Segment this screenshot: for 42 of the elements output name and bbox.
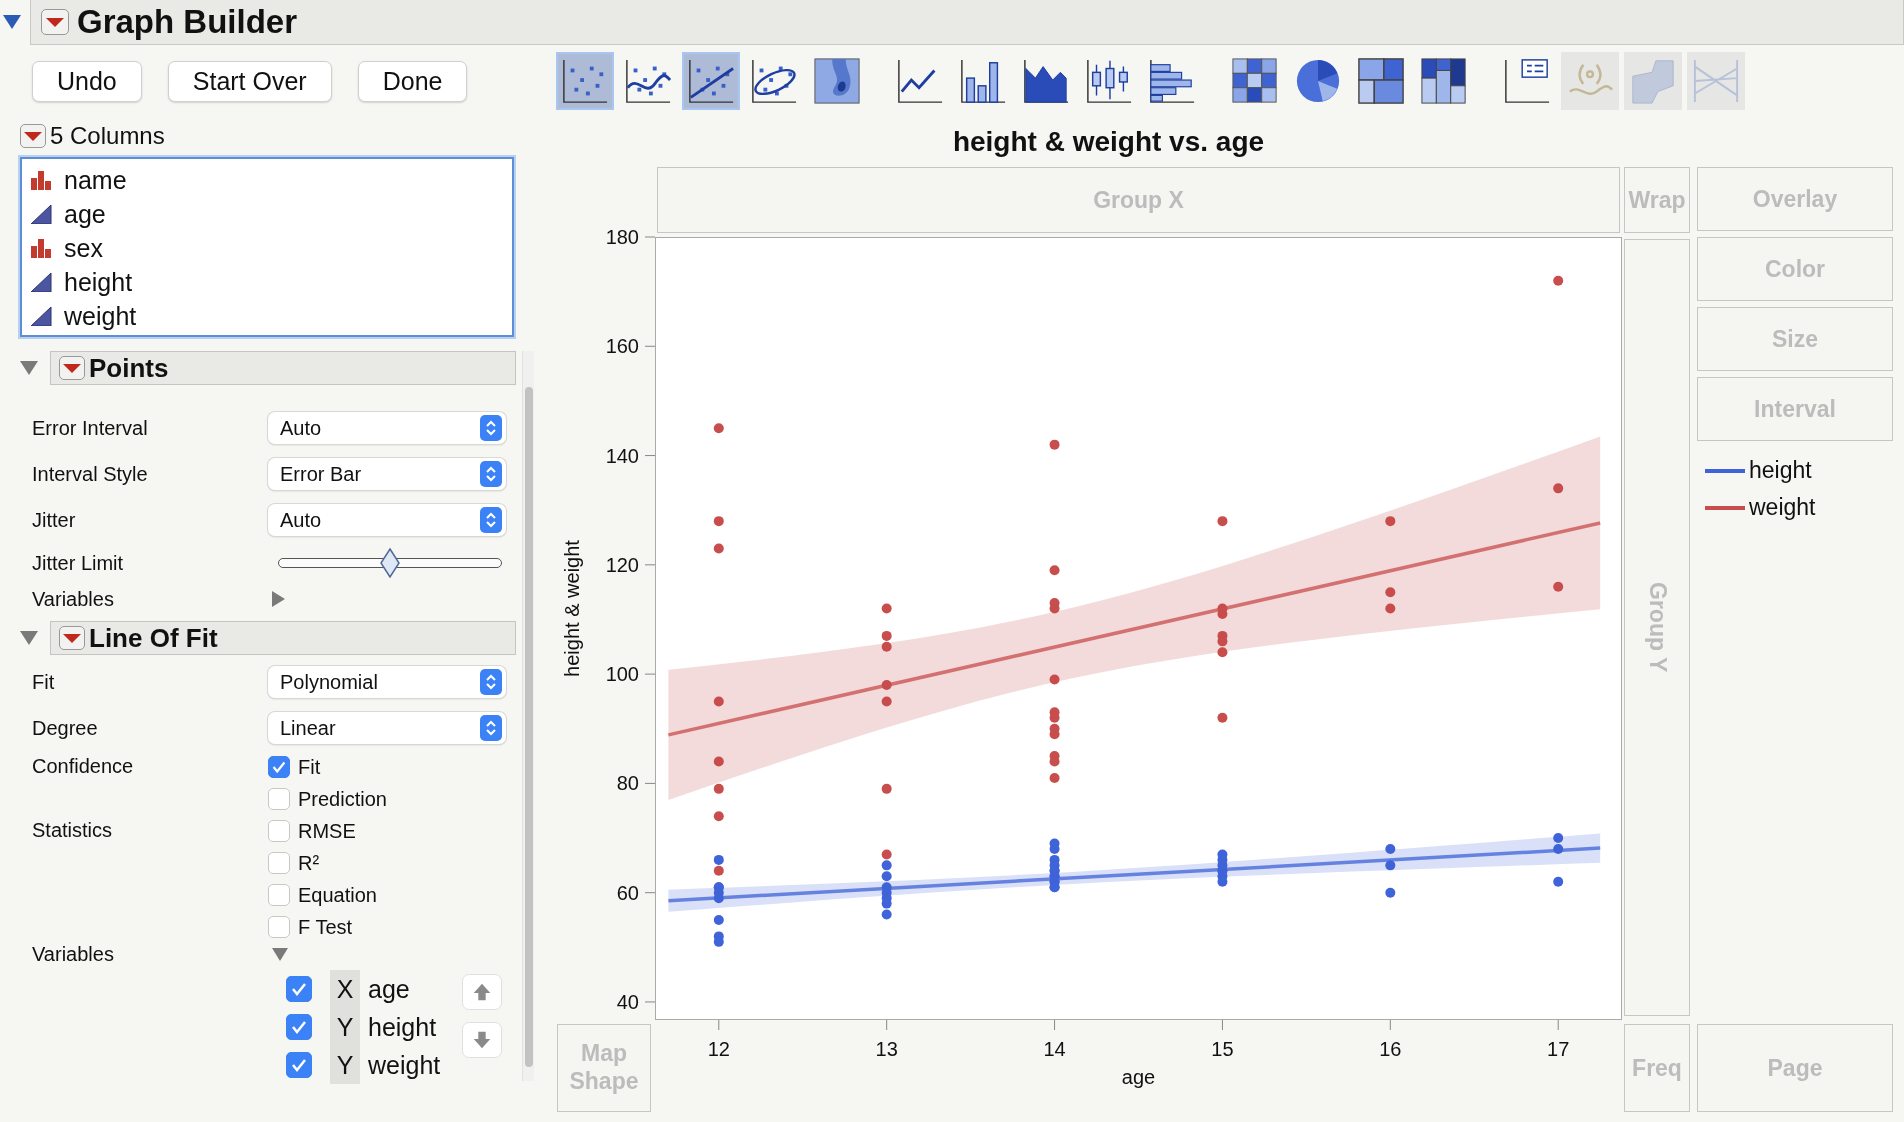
role-cell: X — [330, 970, 360, 1008]
option-label: Fit — [32, 670, 56, 694]
checkbox-label: Fit — [298, 755, 321, 779]
tick-label: 160 — [605, 335, 639, 358]
tick-label: 100 — [605, 663, 639, 686]
tick-label: 17 — [1547, 1038, 1570, 1060]
option-label: Jitter Limit — [32, 551, 125, 575]
chart-title: height & weight vs. age — [951, 126, 1266, 158]
legend-label: height — [1749, 457, 1812, 484]
option-label: Error Interval — [32, 416, 149, 440]
window-title: Graph Builder — [77, 3, 298, 41]
tick-label: 40 — [616, 990, 639, 1013]
tick-label: 14 — [1043, 1038, 1066, 1060]
tick-label: 180 — [605, 226, 639, 248]
option-label: Degree — [32, 716, 99, 740]
tick-label: 60 — [616, 881, 639, 904]
legend-label: weight — [1749, 494, 1816, 521]
checkbox-label: Prediction — [298, 787, 387, 811]
role-cell: Y — [330, 1046, 360, 1084]
tick-label: 120 — [605, 553, 639, 576]
checkbox-label: RMSE — [298, 819, 356, 843]
tick-label: 12 — [707, 1038, 730, 1060]
option-label: Interval Style — [32, 462, 149, 486]
option-label: Statistics — [32, 819, 114, 842]
option-label: Jitter — [32, 508, 77, 532]
option-label: Variables — [32, 587, 115, 611]
x-axis-label: age — [1121, 1066, 1156, 1088]
tick-label: 13 — [875, 1038, 898, 1060]
role-cell: Y — [330, 1008, 360, 1046]
checkbox-label: Equation — [298, 883, 377, 907]
columns-header: 5 Columns — [50, 122, 165, 150]
tick-label: 15 — [1211, 1038, 1234, 1060]
tick-label: 140 — [605, 444, 639, 467]
checkbox-label: F Test — [298, 915, 353, 939]
y-axis-label: height & weight — [561, 540, 583, 677]
option-label: Confidence — [32, 755, 135, 778]
section-title: Points — [89, 352, 169, 384]
option-label: Variables — [32, 943, 115, 966]
tick-label: 80 — [616, 772, 639, 795]
tick-label: 16 — [1379, 1038, 1402, 1060]
section-title: Line Of Fit — [89, 622, 218, 654]
checkbox-label: R² — [298, 851, 320, 875]
